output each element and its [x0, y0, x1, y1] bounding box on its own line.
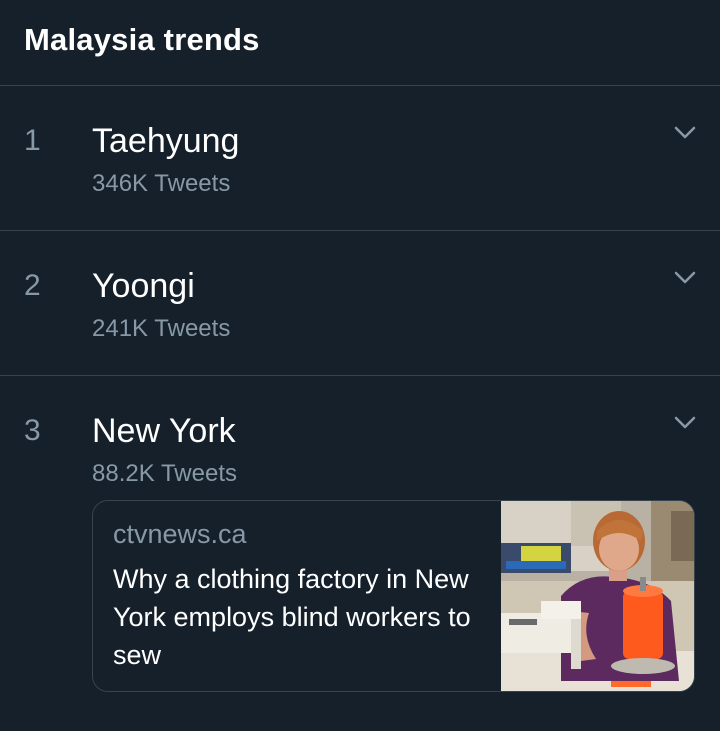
chevron-down-icon[interactable] — [674, 126, 696, 140]
news-headline: Why a clothing factory in New York emplo… — [113, 564, 471, 670]
trends-header: Malaysia trends — [0, 0, 720, 86]
news-card[interactable]: ctvnews.ca Why a clothing factory in New… — [92, 500, 695, 692]
trends-title: Malaysia trends — [24, 21, 260, 57]
trend-rank: 3 — [24, 414, 41, 447]
trend-rank: 2 — [24, 269, 41, 302]
trend-tweet-count: 241K Tweets — [92, 315, 231, 342]
trend-tweet-count: 88.2K Tweets — [92, 460, 237, 487]
trends-panel: Malaysia trends 1 Taehyung 346K Tweets 2… — [0, 0, 720, 731]
chevron-down-icon[interactable] — [674, 271, 696, 285]
news-source: ctvnews.ca — [113, 519, 247, 549]
trend-rank: 1 — [24, 124, 41, 157]
trend-name[interactable]: Yoongi — [92, 267, 195, 306]
woman-at-sewing-machine-photo — [501, 501, 694, 691]
trend-name[interactable]: New York — [92, 412, 236, 451]
news-thumbnail — [501, 501, 694, 691]
trend-item[interactable]: 3 New York 88.2K Tweets ctvnews.ca Why a… — [0, 376, 720, 730]
trend-name[interactable]: Taehyung — [92, 122, 239, 161]
chevron-down-icon[interactable] — [674, 416, 696, 430]
trend-item[interactable]: 1 Taehyung 346K Tweets — [0, 86, 720, 231]
news-card-text: ctvnews.ca Why a clothing factory in New… — [113, 519, 483, 674]
trend-item[interactable]: 2 Yoongi 241K Tweets — [0, 231, 720, 376]
trend-tweet-count: 346K Tweets — [92, 170, 231, 197]
